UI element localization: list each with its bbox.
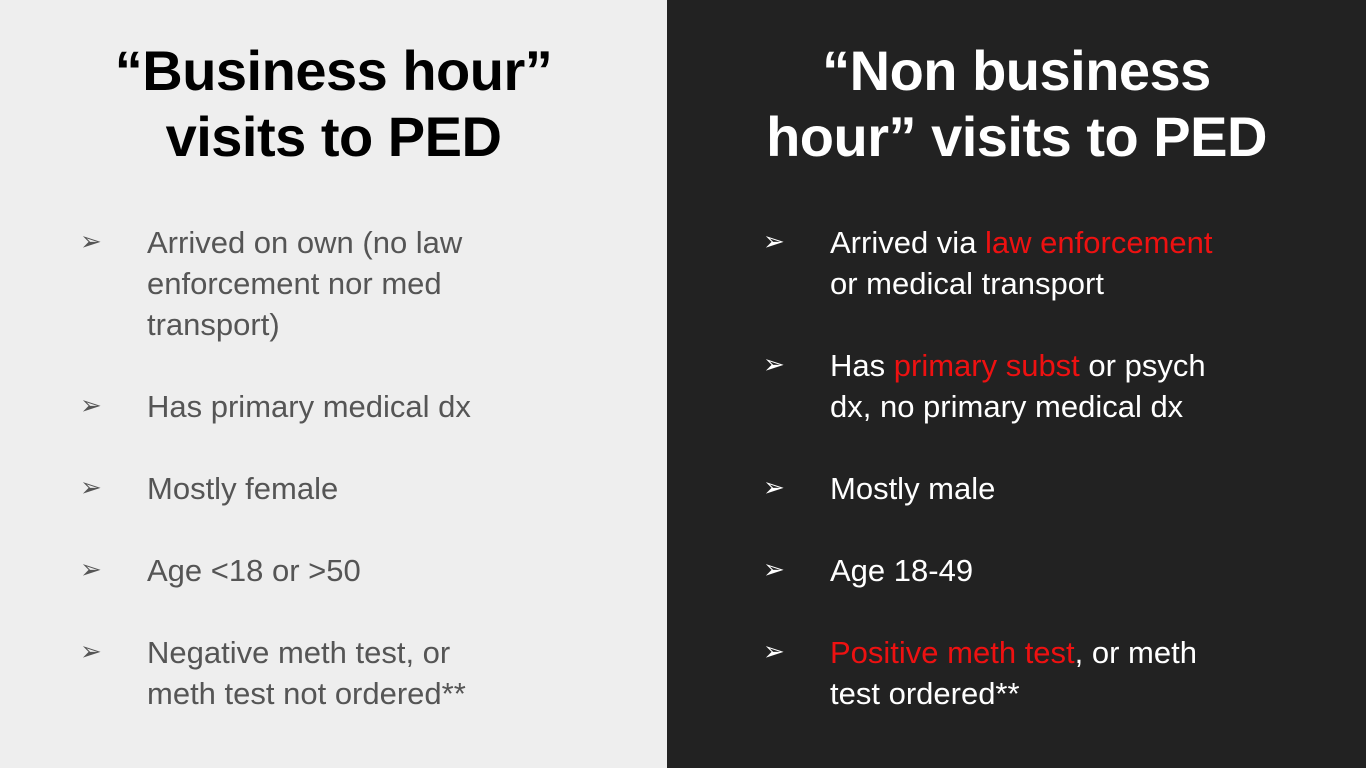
right-title-line: hour” visits to PED xyxy=(766,105,1267,168)
left-item-text: Has primary medical dx xyxy=(147,386,471,427)
right-item-text: Positive meth test, or meth test ordered… xyxy=(830,632,1197,714)
text-line: Mostly female xyxy=(147,471,339,506)
right-item-text: Has primary subst or psych dx, no primar… xyxy=(830,345,1206,427)
text-line: Arrived on own (no law xyxy=(147,225,463,260)
right-item-text: Arrived via law enforcement or medical t… xyxy=(830,222,1213,304)
left-title: “Business hour” visits to PED xyxy=(0,38,667,170)
left-item-text: Negative meth test, or meth test not ord… xyxy=(147,632,466,714)
text-line: dx, no primary medical dx xyxy=(830,389,1184,424)
left-item-text: Arrived on own (no law enforcement nor m… xyxy=(147,222,462,345)
text-line: test ordered** xyxy=(830,676,1020,711)
right-panel-non-business-hour: “Non business hour” visits to PED ➢ Arri… xyxy=(667,0,1366,768)
right-title: “Non business hour” visits to PED xyxy=(667,38,1366,170)
arrow-bullet-icon: ➢ xyxy=(763,473,785,503)
highlight-text: primary subst xyxy=(893,348,1080,383)
text-segment: Has xyxy=(830,348,894,383)
highlight-text: law enforcement xyxy=(985,225,1213,260)
text-line: Negative meth test, or xyxy=(147,635,451,670)
text-line: enforcement nor med xyxy=(147,266,442,301)
arrow-bullet-icon: ➢ xyxy=(763,350,785,380)
left-item-text: Mostly female xyxy=(147,468,338,509)
text-line: or medical transport xyxy=(830,266,1104,301)
text-line: Age 18-49 xyxy=(830,553,974,588)
text-line: meth test not ordered** xyxy=(147,676,466,711)
text-segment: or psych xyxy=(1079,348,1206,383)
text-line: Arrived via law enforcement xyxy=(830,222,1213,263)
right-title-line: “Non business xyxy=(822,39,1211,102)
text-line: Positive meth test, or meth xyxy=(830,632,1197,673)
left-panel-business-hour: “Business hour” visits to PED ➢ Arrived … xyxy=(0,0,667,768)
right-item-text: Age 18-49 xyxy=(830,550,973,591)
arrow-bullet-icon: ➢ xyxy=(80,637,102,667)
left-title-line: “Business hour” xyxy=(114,39,553,102)
text-line: Has primary medical dx xyxy=(147,389,471,424)
text-segment: Arrived via xyxy=(830,225,986,260)
text-line: Mostly male xyxy=(830,471,996,506)
text-line: Age <18 or >50 xyxy=(147,553,361,588)
highlight-text: Positive meth test xyxy=(830,635,1075,670)
text-line: Has primary subst or psych xyxy=(830,345,1206,386)
left-item-text: Age <18 or >50 xyxy=(147,550,361,591)
arrow-bullet-icon: ➢ xyxy=(80,555,102,585)
left-title-line: visits to PED xyxy=(165,105,502,168)
arrow-bullet-icon: ➢ xyxy=(763,555,785,585)
arrow-bullet-icon: ➢ xyxy=(763,637,785,667)
text-line: transport) xyxy=(147,307,280,342)
right-item-text: Mostly male xyxy=(830,468,995,509)
arrow-bullet-icon: ➢ xyxy=(80,391,102,421)
arrow-bullet-icon: ➢ xyxy=(80,227,102,257)
arrow-bullet-icon: ➢ xyxy=(80,473,102,503)
text-segment: , or meth xyxy=(1074,635,1197,670)
arrow-bullet-icon: ➢ xyxy=(763,227,785,257)
